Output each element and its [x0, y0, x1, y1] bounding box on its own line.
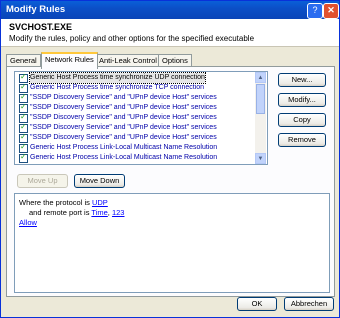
rules-list[interactable]: Generic Host Process time synchronize UD…	[14, 71, 268, 165]
modify-rules-window: Modify Rules ? ✕ SVCHOST.EXE Modify the …	[0, 0, 340, 318]
port-line: and remote port is Time, 123	[29, 208, 124, 217]
header-subtitle: Modify the rules, policy and other optio…	[9, 34, 255, 43]
close-icon[interactable]: ✕	[323, 3, 339, 19]
help-icon[interactable]: ?	[307, 3, 323, 19]
action-link[interactable]: Allow	[19, 218, 37, 227]
list-item[interactable]: Generic Host Process Link-Local Multicas…	[15, 142, 255, 153]
port-prefix: and remote port is	[29, 208, 92, 217]
list-item[interactable]: "SSDP Discovery Service" and "UPnP devic…	[15, 122, 255, 133]
cancel-button[interactable]: Abbrechen	[284, 297, 334, 311]
rules-scrollbar[interactable]: ▲ ▼	[255, 72, 266, 164]
rule-label: "SSDP Discovery Service" and "UPnP devic…	[30, 134, 217, 141]
rule-label: Generic Host Process Link-Local Multicas…	[30, 154, 218, 161]
executable-name: SVCHOST.EXE	[9, 22, 73, 32]
rule-label: Generic Host Process Link-Local Multicas…	[30, 144, 218, 151]
protocol-prefix: Where the protocol is	[19, 198, 92, 207]
rule-label: "SSDP Discovery Service" and "UPnP devic…	[30, 94, 217, 101]
action-line: Allow	[19, 218, 37, 227]
copy-button[interactable]: Copy	[278, 113, 326, 127]
scroll-thumb[interactable]	[256, 84, 265, 114]
scroll-up-icon[interactable]: ▲	[255, 72, 266, 83]
list-item[interactable]: "SSDP Discovery Service" and "UPnP devic…	[15, 102, 255, 113]
rule-label: "SSDP Discovery Service" and "UPnP devic…	[30, 104, 217, 111]
rule-description: Where the protocol is UDP and remote por…	[14, 193, 330, 293]
list-item[interactable]: Generic Host Process Link-Local Multicas…	[15, 152, 255, 163]
rule-label: Generic Host Process time synchronize UD…	[29, 72, 206, 84]
protocol-link[interactable]: UDP	[92, 198, 108, 207]
list-item[interactable]: "SSDP Discovery Service" and "UPnP devic…	[15, 112, 255, 123]
title-bar[interactable]: Modify Rules ? ✕	[1, 1, 339, 19]
dialog-header: SVCHOST.EXE Modify the rules, policy and…	[1, 19, 339, 47]
protocol-line: Where the protocol is UDP	[19, 198, 108, 207]
remove-button[interactable]: Remove	[278, 133, 326, 147]
list-item[interactable]: "SSDP Discovery Service" and "UPnP devic…	[15, 92, 255, 103]
ok-button[interactable]: OK	[237, 297, 277, 311]
move-down-button[interactable]: Move Down	[74, 174, 125, 188]
move-up-button[interactable]: Move Up	[17, 174, 68, 188]
window-title: Modify Rules	[6, 4, 66, 15]
port-number-link[interactable]: 123	[112, 208, 125, 217]
list-item[interactable]: Generic Host Process time synchronize TC…	[15, 82, 255, 93]
rule-checkbox[interactable]	[19, 152, 28, 163]
modify-button[interactable]: Modify...	[278, 93, 326, 107]
list-item[interactable]: "SSDP Discovery Service" and "UPnP devic…	[15, 132, 255, 143]
tab-network-rules[interactable]: Network Rules	[41, 52, 98, 69]
list-item[interactable]: Generic Host Process time synchronize UD…	[15, 72, 255, 84]
scroll-down-icon[interactable]: ▼	[255, 153, 266, 164]
rule-label: "SSDP Discovery Service" and "UPnP devic…	[30, 124, 217, 131]
rule-label: "SSDP Discovery Service" and "UPnP devic…	[30, 114, 217, 121]
new-button[interactable]: New...	[278, 73, 326, 87]
rule-label: Generic Host Process time synchronize TC…	[30, 84, 205, 91]
port-time-link[interactable]: Time	[91, 208, 107, 217]
